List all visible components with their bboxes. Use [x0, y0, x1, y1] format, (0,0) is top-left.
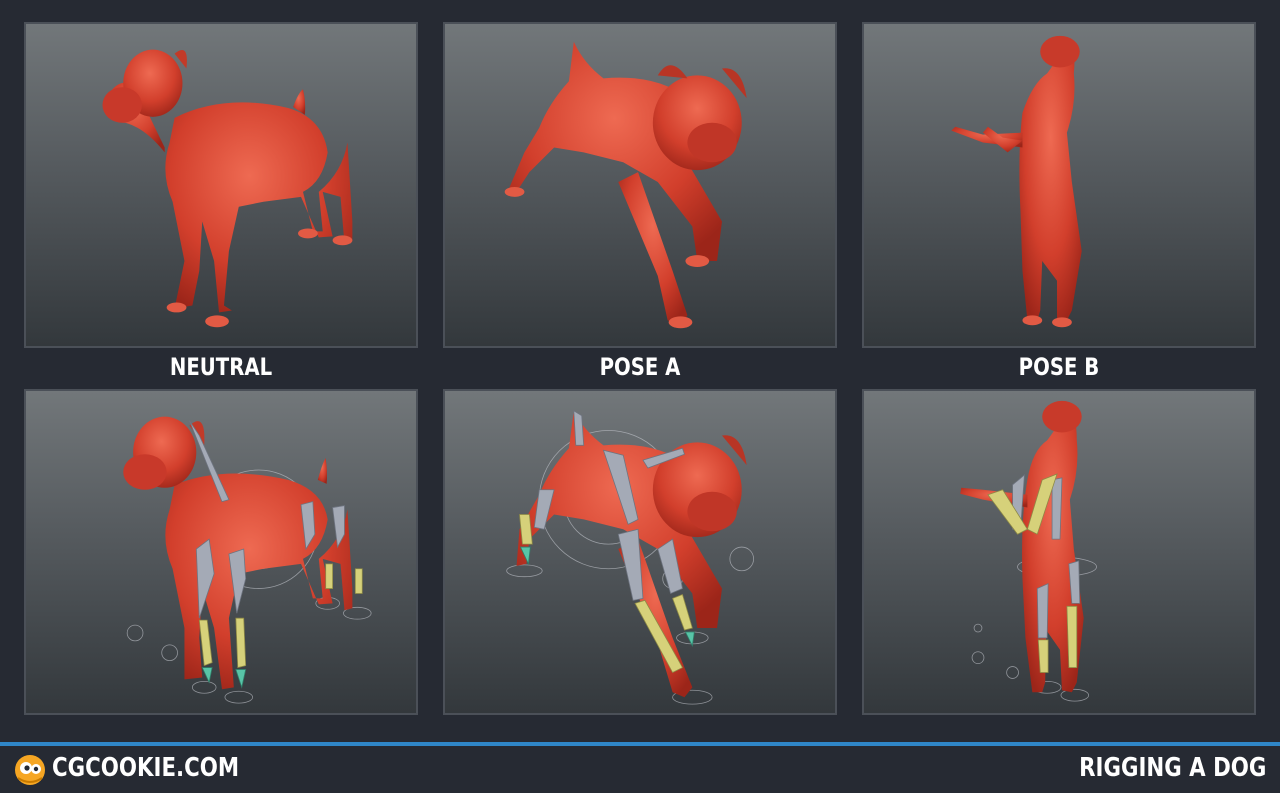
- render-neutral: [24, 22, 418, 348]
- course-title: RIGGING A DOG: [1078, 753, 1266, 783]
- cgcookie-logo-icon[interactable]: [12, 752, 48, 788]
- pose-label-pose-a: POSE A: [599, 353, 681, 381]
- render-pose-b: [862, 22, 1256, 348]
- dog-neutral-render: [102, 49, 353, 328]
- site-name[interactable]: CGCOOKIE.COM: [52, 753, 239, 783]
- pose-label-pose-b: POSE B: [1018, 353, 1100, 381]
- dog-pose-b-rig-render: [960, 400, 1097, 702]
- pose-label-neutral: NEUTRAL: [169, 353, 273, 381]
- rig-pose-b: [862, 389, 1256, 715]
- dog-neutral-rig-render: [123, 416, 372, 704]
- dog-pose-a-render: [504, 41, 747, 329]
- dog-pose-b-render: [951, 35, 1082, 328]
- rig-pose-a: [443, 389, 837, 715]
- render-pose-a: [443, 22, 837, 348]
- dog-pose-a-rig-render: [506, 410, 754, 705]
- rig-neutral: [24, 389, 418, 715]
